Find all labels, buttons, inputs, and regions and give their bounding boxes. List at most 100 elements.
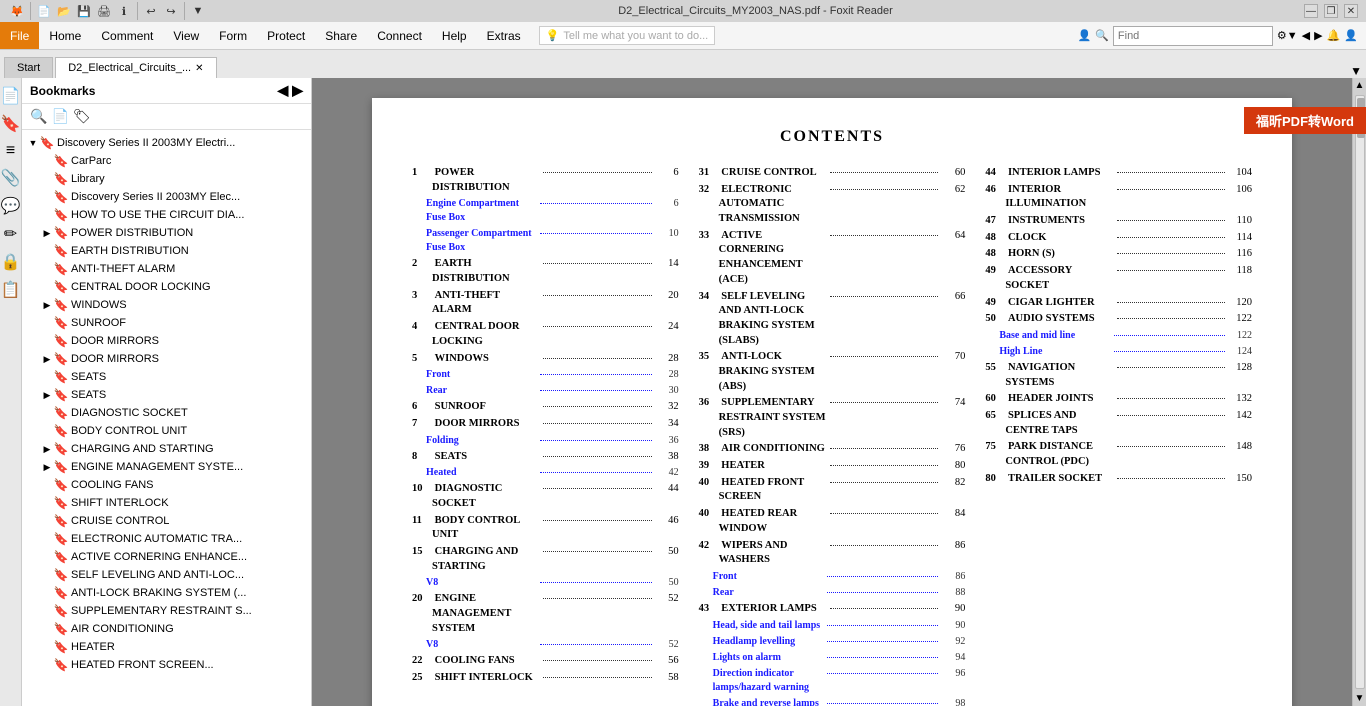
tree-toggle-icon[interactable]: ▼ xyxy=(26,136,40,150)
sidebar-tag-icon[interactable]: 🏷 xyxy=(73,108,91,125)
entry-number: 15 xyxy=(412,545,432,560)
sidebar-tree-item[interactable]: 🔖SHIFT INTERLOCK xyxy=(22,494,311,512)
form-icon[interactable]: 📋 xyxy=(1,280,21,300)
sidebar-tree-item[interactable]: ▶🔖SEATS xyxy=(22,386,311,404)
print-icon[interactable]: 🖨 xyxy=(95,2,113,20)
sidebar-tree-item[interactable]: 🔖ANTI-LOCK BRAKING SYSTEM (... xyxy=(22,584,311,602)
minimize-button[interactable]: — xyxy=(1304,4,1318,18)
menu-connect[interactable]: Connect xyxy=(367,22,432,49)
tree-toggle-icon[interactable]: ▶ xyxy=(40,388,54,402)
sidebar-tree-item[interactable]: 🔖SELF LEVELING AND ANTI-LOC... xyxy=(22,566,311,584)
undo-icon[interactable]: ↩ xyxy=(142,2,160,20)
sign-icon[interactable]: ✏ xyxy=(4,224,17,244)
tell-me-box[interactable]: 💡 Tell me what you want to do... xyxy=(539,26,716,45)
sidebar-tree-item[interactable]: ▼🔖Discovery Series II 2003MY Electri... xyxy=(22,134,311,152)
tab-document-label: D2_Electrical_Circuits_... xyxy=(68,62,191,74)
nav-next-icon[interactable]: ▶ xyxy=(1314,29,1322,42)
tree-toggle-icon[interactable]: ▶ xyxy=(40,352,54,366)
menu-comment[interactable]: Comment xyxy=(91,22,163,49)
sidebar-tree-item[interactable]: 🔖ANTI-THEFT ALARM xyxy=(22,260,311,278)
menu-home[interactable]: Home xyxy=(39,22,91,49)
sidebar-tree-item[interactable]: 🔖EARTH DISTRIBUTION xyxy=(22,242,311,260)
sidebar-tree-item[interactable]: ▶🔖CHARGING AND STARTING xyxy=(22,440,311,458)
scrollbar-track[interactable] xyxy=(1355,95,1365,689)
properties-icon[interactable]: ℹ xyxy=(115,2,133,20)
more-icon[interactable]: ▼ xyxy=(189,2,207,20)
sidebar-tree-item[interactable]: 🔖AIR CONDITIONING xyxy=(22,620,311,638)
sidebar-tree-item[interactable]: 🔖DIAGNOSTIC SOCKET xyxy=(22,404,311,422)
bookmark-icon: 🔖 xyxy=(54,352,68,366)
restore-button[interactable]: ❐ xyxy=(1324,4,1338,18)
close-button[interactable]: ✕ xyxy=(1344,4,1358,18)
sidebar-collapse-icon[interactable]: ◀ xyxy=(277,82,288,99)
open-icon[interactable]: 📂 xyxy=(55,2,73,20)
search-options-icon[interactable]: ⚙▼ xyxy=(1277,29,1298,42)
sub-entry-dots xyxy=(827,703,938,704)
sidebar-tree-item[interactable]: 🔖HEATER xyxy=(22,638,311,656)
menu-form[interactable]: Form xyxy=(209,22,257,49)
tab-start[interactable]: Start xyxy=(4,57,53,78)
sidebar-tree-item[interactable]: 🔖HOW TO USE THE CIRCUIT DIA... xyxy=(22,206,311,224)
new-file-icon[interactable]: 📄 xyxy=(35,2,53,20)
page-icon[interactable]: 📄 xyxy=(1,86,21,106)
menu-protect[interactable]: Protect xyxy=(257,22,315,49)
tab-dropdown-button[interactable]: ▼ xyxy=(1350,64,1366,78)
menu-share[interactable]: Share xyxy=(315,22,367,49)
contents-entry: 7 DOOR MIRRORS 34 xyxy=(412,417,679,432)
layers-icon[interactable]: ≡ xyxy=(6,142,15,160)
sidebar-add-icon[interactable]: 📄 xyxy=(51,108,68,125)
nav-prev-icon[interactable]: ◀ xyxy=(1302,29,1310,42)
tree-item-label: WINDOWS xyxy=(71,299,127,311)
entry-number: 38 xyxy=(699,442,719,457)
tree-toggle-icon[interactable]: ▶ xyxy=(40,442,54,456)
sidebar-tree-item[interactable]: 🔖BODY CONTROL UNIT xyxy=(22,422,311,440)
sidebar-tree-item[interactable]: 🔖Library xyxy=(22,170,311,188)
bookmark-panel-icon[interactable]: 🔖 xyxy=(1,114,21,134)
sidebar-tree-item[interactable]: 🔖CarParc xyxy=(22,152,311,170)
sidebar-tree-item[interactable]: 🔖ELECTRONIC AUTOMATIC TRA... xyxy=(22,530,311,548)
sidebar-tree-item[interactable]: 🔖HEATED FRONT SCREEN... xyxy=(22,656,311,674)
comments-icon[interactable]: 💬 xyxy=(1,196,21,216)
sidebar-search-icon[interactable]: 🔍 xyxy=(30,108,47,125)
fu-banner[interactable]: 福昕PDF转Word xyxy=(1244,107,1366,134)
sidebar-tree-item[interactable]: ▶🔖ENGINE MANAGEMENT SYSTE... xyxy=(22,458,311,476)
sidebar-tree-item[interactable]: 🔖SEATS xyxy=(22,368,311,386)
sidebar-tree-item[interactable]: ▶🔖DOOR MIRRORS xyxy=(22,350,311,368)
sidebar-tree-item[interactable]: 🔖ACTIVE CORNERING ENHANCE... xyxy=(22,548,311,566)
redo-icon[interactable]: ↪ xyxy=(162,2,180,20)
entry-dots xyxy=(1117,220,1225,221)
tab-document[interactable]: D2_Electrical_Circuits_... ✕ xyxy=(55,57,216,78)
menu-extras[interactable]: Extras xyxy=(477,22,531,49)
tree-item-label: CarParc xyxy=(71,155,111,167)
tree-item-label: Discovery Series II 2003MY Elec... xyxy=(71,191,240,203)
sidebar-tree-item[interactable]: ▶🔖WINDOWS xyxy=(22,296,311,314)
scroll-up-button[interactable]: ▲ xyxy=(1353,78,1366,93)
profile-icon[interactable]: 👤 xyxy=(1344,29,1358,42)
sidebar-tree-item[interactable]: 🔖SUNROOF xyxy=(22,314,311,332)
sidebar-tree-item[interactable]: 🔖Discovery Series II 2003MY Elec... xyxy=(22,188,311,206)
sidebar-expand-icon[interactable]: ▶ xyxy=(292,82,303,99)
attachments-icon[interactable]: 📎 xyxy=(1,168,21,188)
bell-icon[interactable]: 🔔 xyxy=(1327,29,1341,42)
sidebar-tree-item[interactable]: 🔖CENTRAL DOOR LOCKING xyxy=(22,278,311,296)
tab-close-button[interactable]: ✕ xyxy=(195,63,203,74)
sub-entry-title: Head, side and tail lamps xyxy=(713,619,824,633)
sidebar-tree-item[interactable]: 🔖COOLING FANS xyxy=(22,476,311,494)
menu-help[interactable]: Help xyxy=(432,22,477,49)
sidebar-tree-item[interactable]: ▶🔖POWER DISTRIBUTION xyxy=(22,224,311,242)
entry-title: HORN (S) xyxy=(1005,247,1113,262)
sub-entry-page: 28 xyxy=(655,368,679,382)
save-icon[interactable]: 💾 xyxy=(75,2,93,20)
security-icon[interactable]: 🔒 xyxy=(1,252,21,272)
menu-view[interactable]: View xyxy=(163,22,209,49)
tree-toggle-icon[interactable]: ▶ xyxy=(40,298,54,312)
tree-item-label: BODY CONTROL UNIT xyxy=(71,425,187,437)
sidebar-tree-item[interactable]: 🔖SUPPLEMENTARY RESTRAINT S... xyxy=(22,602,311,620)
tree-toggle-icon[interactable]: ▶ xyxy=(40,460,54,474)
tree-toggle-icon[interactable]: ▶ xyxy=(40,226,54,240)
sidebar-tree-item[interactable]: 🔖CRUISE CONTROL xyxy=(22,512,311,530)
search-input[interactable] xyxy=(1113,26,1273,46)
menu-file[interactable]: File xyxy=(0,22,39,49)
sidebar-tree-item[interactable]: 🔖DOOR MIRRORS xyxy=(22,332,311,350)
contents-entry: 34 SELF LEVELING AND ANTI-LOCK BRAKING S… xyxy=(699,290,966,349)
